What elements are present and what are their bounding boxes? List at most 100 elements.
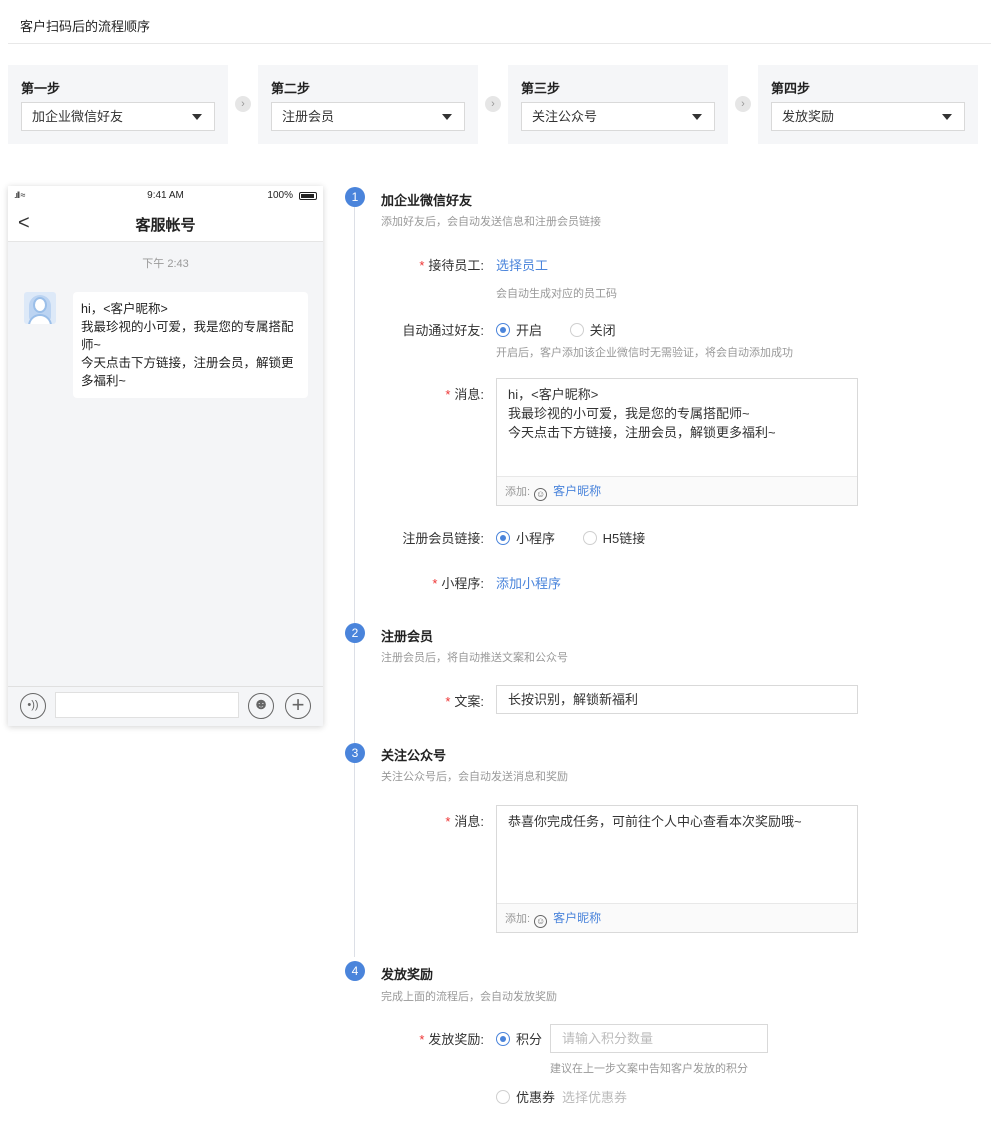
section-title: 发放奖励	[381, 967, 434, 982]
chat-bubble: hi，<客户昵称> 我最珍视的小可爱，我是您的专属搭配师~ 今天点击下方链接，注…	[73, 292, 308, 398]
message-label: * 消息:	[334, 384, 484, 403]
auto-pass-radio-group: 开启 关闭	[496, 320, 640, 339]
step-label: 第二步	[271, 81, 311, 96]
copy-label: * 文案:	[334, 691, 484, 710]
message-label: * 消息:	[334, 811, 484, 830]
label-text: 发放奖励:	[428, 1032, 484, 1047]
step-select-2[interactable]: 注册会员	[271, 102, 465, 131]
section-title: 注册会员	[381, 629, 434, 644]
step-label: 第一步	[21, 81, 61, 96]
required-mark: *	[419, 258, 425, 273]
member-link-label: 注册会员链接:	[334, 528, 484, 547]
auto-pass-hint: 开启后，客户添加该企业微信时无需验证，将会自动添加成功	[496, 347, 793, 359]
radio-label: 积分	[516, 1032, 543, 1047]
select-coupon-link[interactable]: 选择优惠券	[562, 1087, 627, 1106]
radio-mini-program[interactable]: 小程序	[496, 528, 555, 547]
step-select-3[interactable]: 关注公众号	[521, 102, 715, 131]
divider	[8, 43, 991, 44]
step-select-4[interactable]: 发放奖励	[771, 102, 965, 131]
phone-preview: .ıll ≈ 9:41 AM 100% < 客服帐号 下午 2:43 hi，<客…	[8, 186, 323, 726]
label-text: 接待员工:	[428, 258, 484, 273]
step-label: 第三步	[521, 81, 561, 96]
staff-label: * 接待员工:	[334, 255, 484, 274]
section-desc: 完成上面的流程后，会自动发放奖励	[381, 991, 557, 1003]
radio-auto-off[interactable]: 关闭	[569, 320, 616, 339]
radio-h5-link[interactable]: H5链接	[582, 528, 645, 547]
step-select-1[interactable]: 加企业微信好友	[21, 102, 215, 131]
step-select-value: 发放奖励	[782, 109, 835, 124]
emoji-icon: ☻	[248, 693, 274, 719]
radio-points[interactable]: 积分	[496, 1029, 542, 1048]
voice-icon: •))	[20, 693, 46, 719]
section-desc: 关注公众号后，会自动发送消息和奖励	[381, 771, 568, 783]
insert-nickname-link[interactable]: 客户昵称	[553, 911, 601, 925]
caret-down-icon	[192, 114, 202, 120]
step-card-4: 第四步 发放奖励	[758, 65, 978, 144]
points-input[interactable]: 请输入积分数量	[550, 1024, 768, 1053]
radio-label: 关闭	[589, 323, 616, 338]
required-mark: *	[445, 387, 451, 402]
radio-auto-on[interactable]: 开启	[496, 320, 542, 339]
add-label: 添加:	[505, 913, 531, 925]
section-desc: 注册会员后，将自动推送文案和公众号	[381, 652, 568, 664]
radio-checked-icon	[496, 1032, 510, 1046]
radio-checked-icon	[496, 323, 510, 337]
battery-text: 100%	[267, 190, 293, 201]
section-number: 4	[345, 961, 365, 981]
step-label: 第四步	[771, 81, 811, 96]
step-select-value: 加企业微信好友	[32, 109, 124, 124]
radio-label: 开启	[516, 323, 543, 338]
chevron-right-icon: ›	[735, 96, 751, 112]
message-toolbar: 添加: ☺ 客户昵称	[497, 476, 857, 505]
radio-label: 小程序	[516, 531, 556, 546]
phone-status-bar: .ıll ≈ 9:41 AM 100%	[8, 186, 323, 206]
caret-down-icon	[692, 114, 702, 120]
member-link-radio-group: 小程序 H5链接	[496, 528, 669, 547]
step-select-value: 关注公众号	[532, 109, 598, 124]
chat-line: hi，<客户昵称>	[81, 302, 168, 316]
avatar-head	[33, 297, 47, 313]
caret-down-icon	[442, 114, 452, 120]
message-textarea-2[interactable]: 恭喜你完成任务，可前往个人中心查看本次奖励哦~ 添加: ☺ 客户昵称	[496, 805, 858, 933]
page-title: 客户扫码后的流程顺序	[20, 19, 151, 34]
step-select-value: 注册会员	[282, 109, 335, 124]
step-card-3: 第三步 关注公众号	[508, 65, 728, 144]
chevron-right-icon: ›	[235, 96, 251, 112]
radio-unchecked-icon	[582, 531, 597, 545]
message-textarea-1[interactable]: hi，<客户昵称> 我最珍视的小可爱，我是您的专属搭配师~ 今天点击下方链接，注…	[496, 378, 858, 506]
smile-icon: ☺	[534, 488, 548, 501]
phone-input-bar: •)) ☻ +	[8, 686, 323, 726]
phone-nav-bar: < 客服帐号	[8, 206, 323, 242]
required-mark: *	[419, 1032, 425, 1047]
section-number: 3	[345, 743, 365, 763]
label-text: 注册会员链接:	[402, 531, 484, 546]
insert-nickname-link[interactable]: 客户昵称	[553, 484, 601, 498]
chevron-right-icon: ›	[485, 96, 501, 112]
add-label: 添加:	[505, 486, 531, 498]
auto-pass-label: 自动通过好友:	[334, 320, 484, 339]
smile-icon: ☺	[534, 915, 548, 928]
label-text: 自动通过好友:	[402, 323, 484, 338]
label-text: 小程序:	[441, 576, 484, 591]
section-title: 关注公众号	[381, 748, 447, 763]
copy-input[interactable]: 长按识别，解锁新福利	[496, 685, 858, 714]
points-hint: 建议在上一步文案中告知客户发放的积分	[550, 1063, 748, 1075]
caret-down-icon	[942, 114, 952, 120]
select-staff-link[interactable]: 选择员工	[496, 255, 548, 274]
section-title: 加企业微信好友	[381, 193, 473, 208]
label-text: 消息:	[454, 814, 484, 829]
add-mini-program-link[interactable]: 添加小程序	[496, 573, 561, 592]
section-number: 2	[345, 623, 365, 643]
section-desc: 添加好友后，会自动发送信息和注册会员链接	[381, 216, 601, 228]
radio-checked-icon	[496, 531, 510, 545]
label-text: 消息:	[454, 387, 484, 402]
radio-unchecked-icon	[496, 1090, 510, 1104]
mini-program-label: * 小程序:	[334, 573, 484, 592]
plus-icon: +	[285, 693, 311, 719]
radio-coupon[interactable]: 优惠券	[496, 1087, 555, 1106]
section-number: 1	[345, 187, 365, 207]
battery-icon	[299, 192, 317, 200]
message-toolbar: 添加: ☺ 客户昵称	[497, 903, 857, 932]
avatar	[24, 292, 56, 324]
staff-hint: 会自动生成对应的员工码	[496, 288, 617, 300]
